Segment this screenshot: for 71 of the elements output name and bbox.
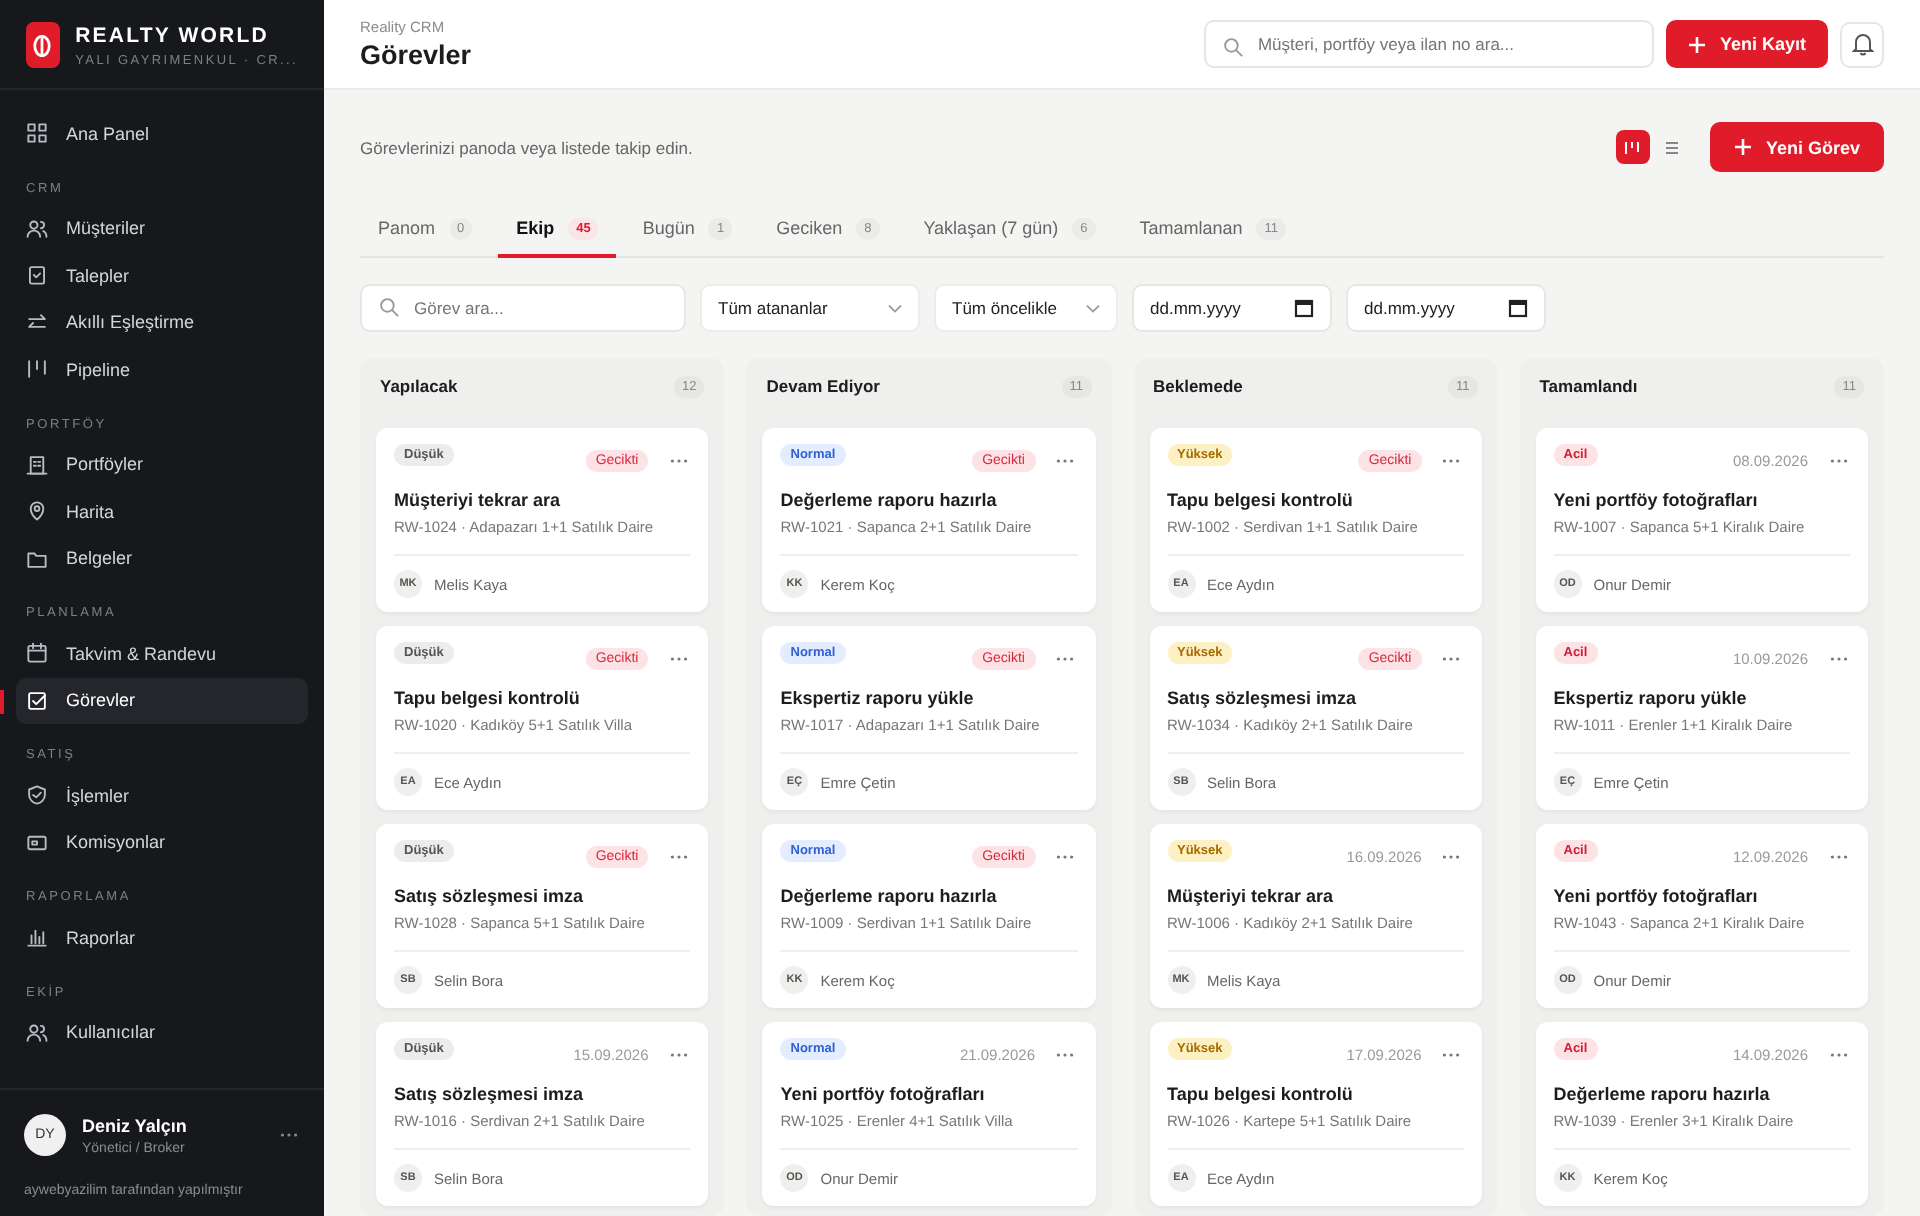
sidebar-item[interactable]: Komisyonlar bbox=[16, 819, 308, 866]
calendar-icon bbox=[1294, 298, 1314, 318]
brand-logo-icon bbox=[26, 22, 60, 68]
sidebar-item[interactable]: İşlemler bbox=[16, 772, 308, 819]
board-view-button[interactable] bbox=[1615, 130, 1650, 164]
task-title: Ekspertiz raporu yükle bbox=[780, 688, 976, 708]
building-icon bbox=[26, 453, 48, 476]
bell-icon bbox=[1851, 32, 1873, 56]
brand-name: REALTY WORLD bbox=[75, 23, 271, 47]
search-field[interactable]: Görev ara... bbox=[360, 284, 686, 332]
sidebar-item[interactable]: Ana Panel bbox=[16, 110, 308, 157]
task-title: Yeni portföy fotoğrafları bbox=[1553, 886, 1760, 906]
task-title: Satış sözleşmesi imza bbox=[1167, 688, 1359, 708]
columns-icon bbox=[1624, 139, 1641, 155]
list-icon bbox=[1664, 139, 1681, 155]
task-title: Satış sözleşmesi imza bbox=[394, 1084, 586, 1104]
column-title: Beklemede bbox=[1153, 376, 1243, 396]
bar-chart-icon bbox=[26, 926, 48, 949]
sidebar-item[interactable]: Müşteriler bbox=[16, 205, 308, 252]
map-pin-icon bbox=[26, 500, 48, 523]
task-title: Yeni portföy fotoğrafları bbox=[1553, 490, 1760, 510]
arrows-icon bbox=[26, 311, 48, 334]
clipboard-icon bbox=[26, 264, 48, 287]
card-icon bbox=[26, 831, 48, 854]
sidebar-item[interactable]: Portföyler bbox=[16, 441, 308, 488]
calendar-icon bbox=[26, 642, 48, 665]
sidebar-item[interactable]: Takvim & Randevu bbox=[16, 630, 308, 677]
folder-icon bbox=[26, 547, 48, 570]
date-field[interactable]: dd.mm.yyyy bbox=[1346, 284, 1546, 332]
dropdown[interactable]: Tüm öncelikle bbox=[934, 284, 1118, 332]
task-title: Ekspertiz raporu yükle bbox=[1553, 688, 1749, 708]
new-task-button[interactable]: Yeni Görev bbox=[1709, 122, 1884, 172]
sidebar-item[interactable]: Raporlar bbox=[16, 914, 308, 961]
task-title: Değerleme raporu hazırla bbox=[780, 886, 999, 906]
columns-icon bbox=[26, 358, 48, 381]
sidebar-item[interactable]: Talepler bbox=[16, 252, 308, 299]
date-field[interactable]: dd.mm.yyyy bbox=[1132, 284, 1332, 332]
task-title: Tapu belgesi kontrolü bbox=[1167, 1084, 1355, 1104]
new-record-button[interactable]: Yeni Kayıt bbox=[1665, 20, 1828, 68]
task-title: Satış sözleşmesi imza bbox=[394, 886, 586, 906]
sidebar-item[interactable]: Belgeler bbox=[16, 535, 308, 582]
grid-icon bbox=[26, 122, 48, 145]
search-field[interactable]: Müşteri, portföy veya ilan no ara... bbox=[1203, 20, 1654, 68]
task-title: Müşteriyi tekrar ara bbox=[1167, 886, 1336, 906]
caret-icon bbox=[1086, 303, 1100, 313]
user-name: Deniz Yalçın bbox=[82, 1115, 189, 1135]
sidebar-item[interactable]: Akıllı Eşleştirme bbox=[16, 299, 308, 346]
checkbox-icon bbox=[26, 689, 48, 712]
task-title: Müşteriyi tekrar ara bbox=[394, 490, 563, 510]
notification-button[interactable] bbox=[1840, 21, 1884, 67]
sidebar-item[interactable]: Kullanıcılar bbox=[16, 1009, 308, 1056]
plus-icon bbox=[1687, 35, 1706, 53]
task-title: Tapu belgesi kontrolü bbox=[1167, 490, 1355, 510]
dropdown[interactable]: Tüm atananlar bbox=[700, 284, 920, 332]
task-title: Tapu belgesi kontrolü bbox=[394, 688, 582, 708]
task-title: Yeni portföy fotoğrafları bbox=[780, 1084, 987, 1104]
shield-icon bbox=[26, 784, 48, 807]
page-title: Görevler bbox=[360, 40, 472, 70]
users-icon bbox=[26, 217, 48, 240]
task-title: Değerleme raporu hazırla bbox=[780, 490, 999, 510]
column-title: Yapılacak bbox=[380, 376, 458, 396]
column-title: Devam Ediyor bbox=[766, 376, 880, 396]
calendar-icon bbox=[1508, 298, 1528, 318]
page-description: Görevlerinizi panoda veya listede takip edin. bbox=[360, 137, 693, 157]
task-title: Değerleme raporu hazırla bbox=[1553, 1084, 1772, 1104]
plus-icon bbox=[1733, 138, 1752, 156]
column-title: Tamamlandı bbox=[1539, 376, 1638, 396]
sidebar-item[interactable]: Pipeline bbox=[16, 346, 308, 393]
caret-icon bbox=[888, 303, 902, 313]
sidebar-item[interactable]: Harita bbox=[16, 488, 308, 535]
users-icon bbox=[26, 1021, 48, 1044]
